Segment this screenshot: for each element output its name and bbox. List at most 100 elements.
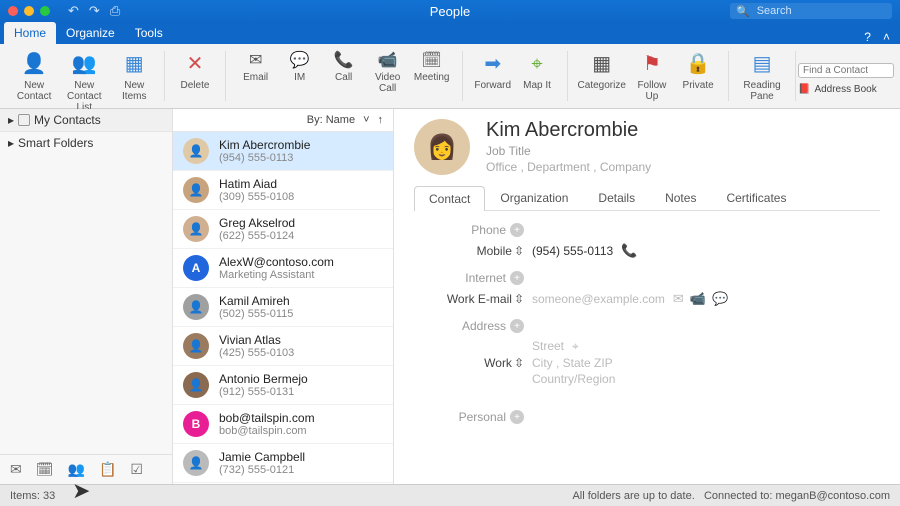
nav-smart-folders[interactable]: ▸Smart Folders (0, 132, 172, 154)
delete-button[interactable]: ✕Delete (173, 46, 217, 95)
add-address-button[interactable]: + (510, 319, 524, 333)
search-input[interactable] (755, 4, 886, 18)
contact-sub: (732) 555-0121 (219, 464, 305, 476)
new-items-button[interactable]: ▦New Items (112, 46, 156, 106)
pane-icon: ▤ (748, 50, 776, 78)
follow-up-button[interactable]: ⚑Follow Up (628, 46, 676, 106)
maximize-window[interactable] (40, 6, 50, 16)
new-contact-icon: 👤 (20, 50, 48, 78)
contact-name: Jamie Campbell (219, 450, 305, 464)
forward-icon: ➡ (479, 50, 507, 78)
new-contact-button[interactable]: 👤New Contact (12, 46, 56, 106)
tab-organization[interactable]: Organization (485, 185, 583, 210)
lock-icon: 🔒 (684, 50, 712, 78)
city-state-zip-placeholder[interactable]: City , State ZIP (532, 356, 613, 370)
contact-row[interactable]: 👤Hatim Aiad(309) 555-0108 (173, 171, 393, 210)
country-placeholder[interactable]: Country/Region (532, 372, 615, 386)
tab-notes[interactable]: Notes (650, 185, 711, 210)
mobile-value[interactable]: (954) 555-0113 (532, 244, 613, 258)
collapse-ribbon-icon[interactable]: ˄ (883, 30, 890, 44)
dropdown-icon: ⇳ (514, 292, 524, 306)
contact-name: Vivian Atlas (219, 333, 294, 347)
chat-icon[interactable]: 💬 (712, 291, 728, 307)
map-it-button[interactable]: ⌖Map It (515, 46, 559, 95)
search-input-wrap[interactable]: 🔍 (730, 3, 892, 19)
detail-job-title[interactable]: Job Title (486, 144, 651, 158)
calendar-module-icon[interactable]: 🗓 (36, 461, 54, 478)
contact-row[interactable]: 👤ChristieC@contoso.comChristieC@contoso.… (173, 483, 393, 484)
add-phone-button[interactable]: + (510, 223, 524, 237)
email-icon[interactable]: ✉ (673, 291, 684, 307)
phone-icon[interactable]: 📞 (621, 243, 637, 259)
add-personal-button[interactable]: + (510, 410, 524, 424)
contact-name: Kim Abercrombie (219, 138, 310, 152)
sort-button[interactable]: By: Name˅↑ (173, 109, 393, 132)
contact-detail-pane: 👩 Kim Abercrombie Job Title Office , Dep… (394, 109, 900, 484)
tab-details[interactable]: Details (583, 185, 650, 210)
contact-row[interactable]: 👤Kamil Amireh(502) 555-0115 (173, 288, 393, 327)
work-email-label[interactable]: Work E-mail⇳ (414, 291, 532, 307)
categorize-button[interactable]: ▦Categorize (576, 46, 628, 95)
section-address-label: Address+ (414, 319, 530, 333)
private-button[interactable]: 🔒Private (676, 46, 720, 95)
contact-row[interactable]: 👤Antonio Bermejo(912) 555-0131 (173, 366, 393, 405)
contact-row[interactable]: 👤Jamie Campbell(732) 555-0121 (173, 444, 393, 483)
call-icon: 📞 (334, 50, 354, 70)
find-contact-input[interactable] (798, 63, 894, 78)
new-contact-list-button[interactable]: 👥New Contact List (56, 46, 112, 117)
contact-row[interactable]: Bbob@tailspin.combob@tailspin.com (173, 405, 393, 444)
people-module-icon[interactable]: 👥 (68, 461, 85, 478)
meeting-button[interactable]: 🗓Meeting (410, 46, 454, 87)
close-window[interactable] (8, 6, 18, 16)
forward-button[interactable]: ➡Forward (470, 46, 515, 95)
redo-icon[interactable]: ↷ (89, 3, 100, 19)
contact-row[interactable]: 👤Greg Akselrod(622) 555-0124 (173, 210, 393, 249)
tasks-module-icon[interactable]: 📋 (99, 461, 116, 478)
tab-tools[interactable]: Tools (125, 22, 173, 44)
contact-row[interactable]: 👤Vivian Atlas(425) 555-0103 (173, 327, 393, 366)
status-bar: Items: 33 All folders are up to date. Co… (0, 484, 900, 506)
avatar: 👤 (183, 372, 209, 398)
mobile-label[interactable]: Mobile⇳ (414, 243, 532, 259)
location-icon[interactable]: ⌖ (572, 339, 579, 354)
sort-asc-icon[interactable]: ↑ (378, 114, 384, 126)
avatar: B (183, 411, 209, 437)
address-book-button[interactable]: 📕Address Book (798, 80, 894, 95)
tab-contact[interactable]: Contact (414, 186, 485, 211)
contact-sub: (309) 555-0108 (219, 191, 294, 203)
tab-certificates[interactable]: Certificates (711, 185, 801, 210)
avatar: 👤 (183, 333, 209, 359)
title-bar: ↶ ↷ ⎙ People 🔍 (0, 0, 900, 22)
undo-icon[interactable]: ↶ (68, 3, 79, 19)
reading-pane-button[interactable]: ▤Reading Pane (737, 46, 787, 106)
new-list-icon: 👥 (70, 50, 98, 78)
section-phone-label: Phone+ (414, 223, 530, 237)
dropdown-icon: ⇳ (514, 244, 524, 258)
help-icon[interactable]: ? (864, 30, 871, 44)
nav-my-contacts[interactable]: ▸My Contacts (0, 109, 172, 132)
contact-row[interactable]: AAlexW@contoso.comMarketing Assistant (173, 249, 393, 288)
avatar: 👤 (183, 177, 209, 203)
mail-module-icon[interactable]: ✉ (10, 461, 22, 478)
window-controls[interactable] (8, 6, 50, 16)
call-button[interactable]: 📞Call (322, 46, 366, 87)
categorize-icon: ▦ (588, 50, 616, 78)
avatar: 👤 (183, 138, 209, 164)
work-address-label[interactable]: Work⇳ (414, 339, 532, 386)
checkbox-icon[interactable] (18, 114, 30, 126)
im-button[interactable]: 💬IM (278, 46, 322, 87)
tab-organize[interactable]: Organize (56, 22, 125, 44)
add-internet-button[interactable]: + (510, 271, 524, 285)
im-icon: 💬 (290, 50, 310, 70)
minimize-window[interactable] (24, 6, 34, 16)
video-icon[interactable]: 📹 (690, 291, 706, 307)
tab-home[interactable]: Home (4, 22, 56, 44)
work-email-placeholder[interactable]: someone@example.com (532, 292, 665, 306)
notes-module-icon[interactable]: ☑ (130, 461, 143, 478)
detail-company[interactable]: Office , Department , Company (486, 160, 651, 174)
email-button[interactable]: ✉Email (234, 46, 278, 87)
video-call-button[interactable]: 📹Video Call (366, 46, 410, 98)
contact-row[interactable]: 👤Kim Abercrombie(954) 555-0113 (173, 132, 393, 171)
print-icon[interactable]: ⎙ (110, 3, 120, 19)
street-placeholder[interactable]: Street (532, 339, 564, 354)
